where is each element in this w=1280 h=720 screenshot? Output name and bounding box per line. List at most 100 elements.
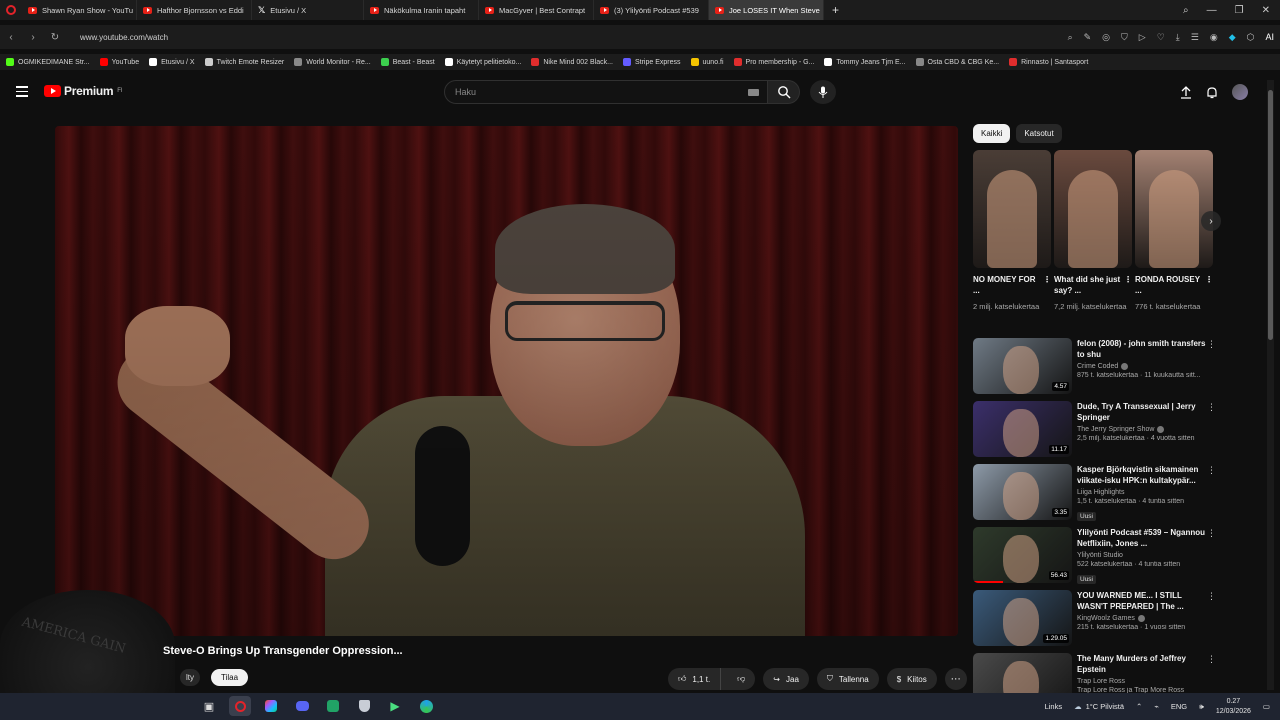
network-icon[interactable]: ⌁ bbox=[1154, 702, 1159, 711]
edit-icon[interactable]: ✎ bbox=[1084, 32, 1092, 43]
notifications-icon[interactable]: ▭ bbox=[1263, 702, 1270, 711]
more-options-icon[interactable]: ⋮ bbox=[1124, 274, 1132, 296]
more-options-icon[interactable]: ⋮ bbox=[1207, 465, 1216, 476]
bookmark-item[interactable]: YouTube bbox=[99, 58, 139, 66]
play-app-icon[interactable]: ▶ bbox=[384, 696, 406, 716]
edge-icon[interactable] bbox=[415, 696, 437, 716]
search-tabs-icon[interactable]: ⌕ bbox=[1183, 5, 1189, 16]
share-button[interactable]: ↪ Jaa bbox=[763, 668, 809, 690]
video-player[interactable] bbox=[55, 126, 958, 636]
bookmark-item[interactable]: Osta CBD & CBG Ke... bbox=[915, 58, 999, 66]
more-options-icon[interactable]: ⋮ bbox=[1043, 274, 1051, 296]
reload-icon[interactable]: ↻ bbox=[44, 32, 66, 43]
voice-search-button[interactable] bbox=[810, 80, 836, 104]
video-thumbnail[interactable]: 1.29.05 bbox=[973, 590, 1072, 646]
avatar[interactable] bbox=[1232, 84, 1248, 100]
new-tab-button[interactable]: + bbox=[824, 3, 847, 17]
browser-tab[interactable]: Näkökulma Iranin tapaht bbox=[364, 0, 479, 20]
channel-name[interactable]: Trap Lore Ross bbox=[1077, 678, 1125, 685]
bookmark-item[interactable]: Käytetyt pelitietoko... bbox=[444, 58, 521, 66]
forward-icon[interactable]: › bbox=[22, 32, 44, 43]
shield-icon[interactable]: ⛉ bbox=[1121, 32, 1128, 43]
browser-tab[interactable]: Joe LOSES IT When Steve bbox=[709, 0, 824, 20]
minimize-icon[interactable]: — bbox=[1207, 5, 1217, 16]
bookmark-item[interactable]: OGMIKEDIMANE Str... bbox=[6, 58, 90, 66]
bookmark-item[interactable]: Tommy Jeans Tjm E... bbox=[824, 58, 906, 66]
download-icon[interactable]: ⤓ bbox=[1176, 32, 1180, 43]
more-options-icon[interactable]: ⋮ bbox=[1207, 654, 1216, 665]
opera-taskbar-icon[interactable] bbox=[229, 696, 251, 716]
page-scrollbar[interactable] bbox=[1267, 80, 1274, 690]
video-thumbnail[interactable]: 56.43 bbox=[973, 527, 1072, 583]
filter-chip[interactable]: Kaikki bbox=[973, 124, 1011, 143]
menu-icon[interactable]: ☰ bbox=[1191, 32, 1199, 43]
more-actions-icon[interactable]: ⋯ bbox=[944, 668, 967, 690]
play-icon[interactable]: ▷ bbox=[1139, 32, 1146, 43]
discord-icon[interactable] bbox=[291, 696, 313, 716]
upload-icon[interactable] bbox=[1180, 85, 1192, 99]
channel-name[interactable]: KingWoolz Games bbox=[1077, 615, 1135, 622]
bookmark-item[interactable]: Twitch Emote Resizer bbox=[204, 58, 284, 66]
bookmark-item[interactable]: Beast - Beast bbox=[380, 58, 435, 66]
bookmark-item[interactable]: uuno.fi bbox=[690, 58, 724, 66]
search-input[interactable]: Haku bbox=[444, 80, 768, 104]
more-options-icon[interactable]: ⋮ bbox=[1207, 591, 1216, 602]
bookmark-item[interactable]: Nike Mind 002 Black... bbox=[531, 58, 613, 66]
bookmark-item[interactable]: Stripe Express bbox=[622, 58, 681, 66]
video-thumbnail[interactable]: 11.17 bbox=[973, 401, 1072, 457]
short-thumbnail[interactable] bbox=[1054, 150, 1132, 268]
weather-widget[interactable]: ☁ 1°C Pilvistä bbox=[1074, 702, 1124, 711]
search-page-icon[interactable]: ⌕ bbox=[1068, 32, 1073, 43]
bookmark-item[interactable]: Etusivu / X bbox=[149, 58, 195, 66]
short-thumbnail[interactable] bbox=[973, 150, 1051, 268]
bookmark-item[interactable]: Rinnasto | Santasport bbox=[1009, 58, 1088, 66]
browser-tab[interactable]: Shawn Ryan Show - YouTu bbox=[22, 0, 137, 20]
more-options-icon[interactable]: ⋮ bbox=[1205, 274, 1213, 296]
menu-icon[interactable] bbox=[16, 86, 28, 100]
channel-name[interactable]: Liiga Highlights bbox=[1077, 489, 1124, 496]
ai-button[interactable]: AI bbox=[1265, 32, 1274, 42]
back-icon[interactable]: ‹ bbox=[0, 32, 22, 43]
figma-icon[interactable] bbox=[260, 696, 282, 716]
save-button[interactable]: ⛉ Tallenna bbox=[816, 668, 879, 690]
close-icon[interactable]: ✕ bbox=[1262, 5, 1270, 16]
cube-icon[interactable]: ⬡ bbox=[1247, 32, 1255, 43]
links-toolbar[interactable]: Links bbox=[1045, 702, 1063, 711]
extension-icon[interactable]: ◆ bbox=[1229, 32, 1236, 43]
browser-tab[interactable]: MacGyver | Best Contrapt bbox=[479, 0, 594, 20]
browser-tab[interactable]: 𝕏 Etusivu / X bbox=[252, 0, 364, 20]
channel-name[interactable]: Ylilyönti Studio bbox=[1077, 552, 1123, 559]
more-options-icon[interactable]: ⋮ bbox=[1207, 402, 1216, 413]
spreadsheet-icon[interactable] bbox=[322, 696, 344, 716]
video-thumbnail[interactable]: 4.57 bbox=[973, 338, 1072, 394]
opera-logo-icon[interactable] bbox=[6, 5, 16, 15]
browser-tab[interactable]: Hafthor Bjornsson vs Eddi bbox=[137, 0, 252, 20]
recommended-video[interactable]: 4.57 felon (2008) - john smith transfers … bbox=[973, 338, 1218, 401]
maximize-icon[interactable]: ❐ bbox=[1235, 5, 1244, 16]
recommended-video[interactable]: 56.43 Ylilyönti Podcast #539 – Ngannou Ne… bbox=[973, 527, 1218, 590]
short-item[interactable]: What did she just say? ... ⋮ 7,2 milj. kat… bbox=[1054, 150, 1132, 312]
channel-name[interactable]: Crime Coded bbox=[1077, 363, 1118, 370]
clock[interactable]: 0.27 12/03/2026 bbox=[1216, 697, 1251, 717]
video-thumbnail[interactable]: 3.35 bbox=[973, 464, 1072, 520]
camera-icon[interactable]: ◎ bbox=[1102, 32, 1110, 43]
channel-name[interactable]: The Jerry Springer Show bbox=[1077, 426, 1154, 433]
heart-icon[interactable]: ♡ bbox=[1157, 32, 1165, 43]
more-options-icon[interactable]: ⋮ bbox=[1207, 339, 1216, 350]
youtube-premium-logo[interactable]: Premium FI bbox=[44, 84, 123, 98]
search-button[interactable] bbox=[768, 80, 800, 104]
dislike-button[interactable]: 👎︎ bbox=[727, 668, 755, 690]
language-indicator[interactable]: ENG bbox=[1171, 702, 1187, 711]
shield-app-icon[interactable] bbox=[353, 696, 375, 716]
keyboard-icon[interactable] bbox=[748, 89, 759, 96]
filter-chip[interactable]: Katsotut bbox=[1016, 124, 1062, 143]
volume-icon[interactable]: 🕪︎ bbox=[1199, 702, 1204, 712]
channel-name[interactable]: lty bbox=[180, 669, 200, 686]
task-view-icon[interactable]: ▣ bbox=[198, 696, 220, 716]
like-button[interactable]: 👍︎ 1,1 t. bbox=[668, 668, 722, 690]
browser-tab[interactable]: (3) Ylilyönti Podcast #539 bbox=[594, 0, 709, 20]
bookmark-item[interactable]: Pro membership - G... bbox=[733, 58, 814, 66]
more-options-icon[interactable]: ⋮ bbox=[1207, 528, 1216, 539]
short-thumbnail[interactable] bbox=[1135, 150, 1213, 268]
recommended-video[interactable]: 11.17 Dude, Try A Transsexual | Jerry Spr… bbox=[973, 401, 1218, 464]
